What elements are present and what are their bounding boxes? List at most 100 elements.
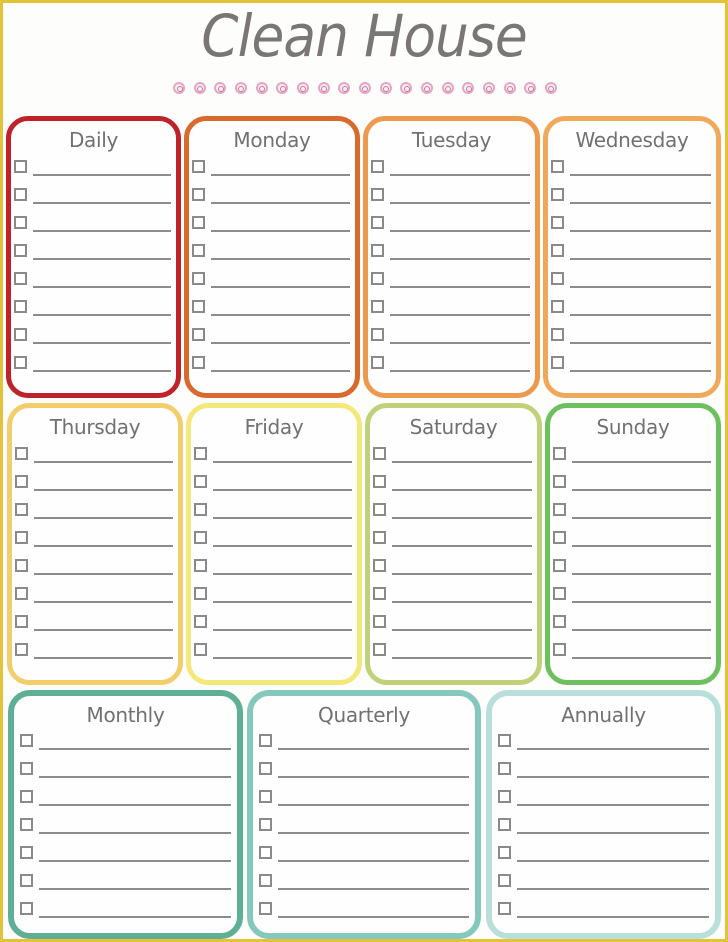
checkbox[interactable] (20, 874, 33, 887)
checkbox[interactable] (498, 790, 511, 803)
write-in-line[interactable] (572, 489, 711, 491)
checkbox[interactable] (498, 734, 511, 747)
checkbox[interactable] (20, 902, 33, 915)
write-in-line[interactable] (39, 804, 231, 806)
checkbox[interactable] (551, 188, 564, 201)
write-in-line[interactable] (570, 202, 711, 204)
checkbox[interactable] (373, 531, 386, 544)
write-in-line[interactable] (34, 489, 173, 491)
write-in-line[interactable] (392, 629, 532, 631)
checkbox[interactable] (553, 475, 566, 488)
write-in-line[interactable] (392, 657, 532, 659)
checkbox[interactable] (20, 846, 33, 859)
write-in-line[interactable] (33, 174, 171, 176)
checkbox[interactable] (15, 503, 28, 516)
write-in-line[interactable] (33, 314, 171, 316)
write-in-line[interactable] (392, 601, 532, 603)
checkbox[interactable] (371, 188, 384, 201)
checkbox[interactable] (373, 447, 386, 460)
checkbox[interactable] (192, 244, 205, 257)
write-in-line[interactable] (213, 517, 352, 519)
checkbox[interactable] (551, 328, 564, 341)
checkbox[interactable] (194, 615, 207, 628)
write-in-line[interactable] (390, 230, 530, 232)
checkbox[interactable] (194, 531, 207, 544)
checkbox[interactable] (14, 328, 27, 341)
write-in-line[interactable] (392, 573, 532, 575)
checkbox[interactable] (194, 587, 207, 600)
write-in-line[interactable] (278, 860, 469, 862)
write-in-line[interactable] (278, 776, 469, 778)
checkbox[interactable] (551, 244, 564, 257)
write-in-line[interactable] (572, 545, 711, 547)
checkbox[interactable] (20, 734, 33, 747)
write-in-line[interactable] (211, 286, 350, 288)
write-in-line[interactable] (211, 230, 350, 232)
checkbox[interactable] (551, 160, 564, 173)
checkbox[interactable] (498, 874, 511, 887)
checkbox[interactable] (498, 818, 511, 831)
write-in-line[interactable] (211, 342, 350, 344)
checkbox[interactable] (14, 300, 27, 313)
checkbox[interactable] (192, 188, 205, 201)
checkbox[interactable] (259, 790, 272, 803)
checkbox[interactable] (194, 475, 207, 488)
write-in-line[interactable] (570, 174, 711, 176)
write-in-line[interactable] (34, 573, 173, 575)
write-in-line[interactable] (570, 314, 711, 316)
write-in-line[interactable] (34, 601, 173, 603)
write-in-line[interactable] (211, 174, 350, 176)
write-in-line[interactable] (39, 860, 231, 862)
write-in-line[interactable] (34, 545, 173, 547)
checkbox[interactable] (551, 300, 564, 313)
write-in-line[interactable] (572, 573, 711, 575)
checkbox[interactable] (371, 244, 384, 257)
write-in-line[interactable] (570, 342, 711, 344)
write-in-line[interactable] (211, 314, 350, 316)
write-in-line[interactable] (39, 916, 231, 918)
write-in-line[interactable] (570, 370, 711, 372)
write-in-line[interactable] (213, 489, 352, 491)
write-in-line[interactable] (390, 202, 530, 204)
checkbox[interactable] (551, 272, 564, 285)
checkbox[interactable] (14, 188, 27, 201)
checkbox[interactable] (371, 216, 384, 229)
checkbox[interactable] (259, 846, 272, 859)
checkbox[interactable] (15, 447, 28, 460)
write-in-line[interactable] (278, 804, 469, 806)
write-in-line[interactable] (33, 370, 171, 372)
checkbox[interactable] (15, 587, 28, 600)
write-in-line[interactable] (390, 174, 530, 176)
checkbox[interactable] (194, 447, 207, 460)
write-in-line[interactable] (570, 286, 711, 288)
write-in-line[interactable] (570, 258, 711, 260)
write-in-line[interactable] (33, 230, 171, 232)
write-in-line[interactable] (278, 888, 469, 890)
write-in-line[interactable] (572, 657, 711, 659)
checkbox[interactable] (498, 846, 511, 859)
checkbox[interactable] (192, 160, 205, 173)
write-in-line[interactable] (390, 342, 530, 344)
write-in-line[interactable] (34, 517, 173, 519)
checkbox[interactable] (371, 160, 384, 173)
checkbox[interactable] (14, 160, 27, 173)
write-in-line[interactable] (390, 314, 530, 316)
write-in-line[interactable] (517, 776, 709, 778)
write-in-line[interactable] (213, 629, 352, 631)
checkbox[interactable] (371, 328, 384, 341)
write-in-line[interactable] (572, 461, 711, 463)
write-in-line[interactable] (33, 202, 171, 204)
checkbox[interactable] (373, 643, 386, 656)
write-in-line[interactable] (213, 601, 352, 603)
checkbox[interactable] (553, 503, 566, 516)
write-in-line[interactable] (33, 258, 171, 260)
write-in-line[interactable] (213, 545, 352, 547)
checkbox[interactable] (192, 356, 205, 369)
checkbox[interactable] (20, 790, 33, 803)
checkbox[interactable] (553, 559, 566, 572)
write-in-line[interactable] (34, 629, 173, 631)
write-in-line[interactable] (33, 342, 171, 344)
checkbox[interactable] (14, 356, 27, 369)
checkbox[interactable] (192, 216, 205, 229)
write-in-line[interactable] (572, 601, 711, 603)
